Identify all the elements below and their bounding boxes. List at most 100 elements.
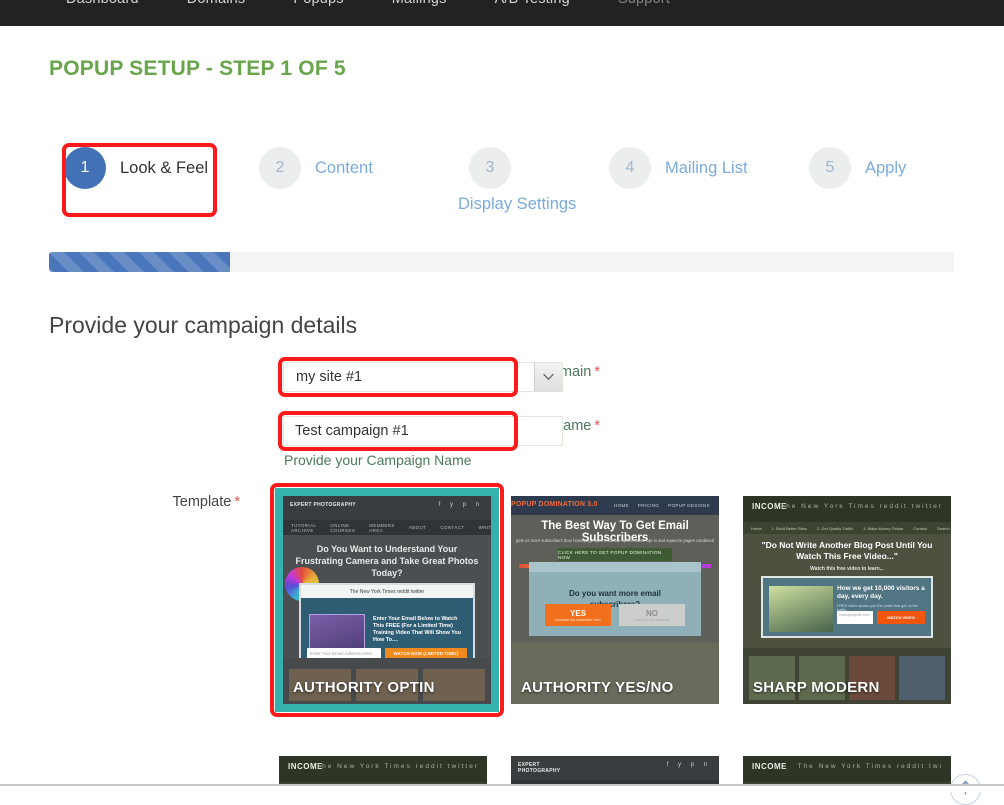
template-thumbnail-authority-optin: EXPERT PHOTOGRAPHY f y p n TUTORIAL ARCH… [283,496,491,704]
mock-post-thumb [899,656,945,700]
mock-popup-overlay: Do you want more email subscribers? YES … [529,562,701,636]
mock-yes-label: YES [569,608,586,618]
progress-bar-fill [49,252,230,272]
campaign-name-required-marker: * [594,418,600,434]
template-thumbnail-authority-yesno: POPUP DOMINATION 3.0 HOME PRICING POPUP … [511,496,719,704]
nav-item-support[interactable]: Support [594,0,694,9]
mock-popup-copy: How we get 10,000 visitors a day, every … [837,585,925,600]
mock-headline: Do You Want to Understand Your Frustrati… [295,544,479,578]
wizard-step-1[interactable]: 1 Look & Feel [64,136,274,189]
mock-menu-item: HOME [613,503,629,508]
template-name-sharp-modern: SHARP MODERN [753,679,880,696]
mock-no-sublabel: I want to procrastinate [634,617,670,622]
mock-subheadline: gets us more subscribers than homepage o… [515,538,715,543]
domain-select-value: my site #1 [296,369,363,385]
nav-item-popups[interactable]: Popups [269,0,367,9]
mock-menu-item: Search [937,525,950,531]
campaign-name-field-wrap: Provide your Campaign Name [278,411,563,468]
mock-submit-button: WATCH VIDEO [877,611,925,624]
wizard-step-4[interactable]: 4 Mailing List [609,136,819,189]
mock-menu-item: Contact [913,525,928,531]
template-label-text: Template [172,494,232,510]
progress-bar-track [49,252,954,272]
nav-item-dashboard[interactable]: Dashboard [42,0,163,9]
step-2-number: 2 [259,147,301,189]
step-4-number: 4 [609,147,651,189]
page-title: POPUP SETUP - STEP 1 OF 5 [49,57,346,80]
template-card-sharp-modern[interactable]: INCOME The New York Times reddit twitter… [743,496,951,704]
mock-site-authority-yesno: POPUP DOMINATION 3.0 HOME PRICING POPUP … [511,496,719,704]
step-3-number: 3 [469,147,511,189]
step-5-number: 5 [809,147,851,189]
mock-menu-item: PRICING [637,503,660,508]
step-1-label: Look & Feel [120,159,209,177]
mock-yes-button: YES Increase my subscriber rate! [545,604,611,626]
mock-header: EXPERT PHOTOGRAPHY f y p n [511,756,719,780]
template-required-marker: * [234,494,240,510]
section-title: Provide your campaign details [49,312,358,338]
template-card-authority-optin[interactable]: EXPERT PHOTOGRAPHY f y p n TUTORIAL ARCH… [275,488,499,712]
mock-social-icons: f y p n [438,502,483,508]
template-label: Template * [0,492,241,512]
mock-optin-row: example@site.com WATCH VIDEO [837,611,925,624]
mock-featured-logos: The New York Times reddit twitter [780,503,943,510]
template-card-authority-yesno[interactable]: POPUP DOMINATION 3.0 HOME PRICING POPUP … [511,496,719,704]
domain-field-wrap: my site #1 [278,357,563,397]
mock-menu: Home 1. Build Better Sites 2. Get Qualit… [743,522,951,534]
mock-popup-buttons: YES Increase my subscriber rate! NO I wa… [545,604,685,626]
step-3-label: Display Settings [458,195,577,213]
page-content: POPUP SETUP - STEP 1 OF 5 1 Look & Feel … [0,26,1004,805]
nav-item-a-b-testing[interactable]: A/B Testing [471,0,594,9]
mock-menu-item: 1. Build Better Sites [771,525,807,531]
mock-cta-button: CLICK HERE TO GET POPUP DOMINATION NOW [558,548,672,561]
bottom-spacer [0,786,1004,792]
nav-item-domains[interactable]: Domains [163,0,270,9]
mock-menu-item: CONTACT [440,525,465,530]
mock-header: POPUP DOMINATION 3.0 HOME PRICING POPUP … [511,496,719,515]
mock-menu-item: MEMBERS AREA [369,522,395,533]
template-name-authority-yesno: AUTHORITY YES/NO [521,679,674,696]
mock-brand: EXPERT PHOTOGRAPHY [518,762,561,774]
domain-required-marker: * [594,364,600,380]
mock-brand: POPUP DOMINATION 3.0 [511,501,598,508]
mock-site-sharp-modern: INCOME The New York Times reddit twitter… [743,496,951,704]
mock-header: INCOME The New York Times reddit twitter [743,496,951,522]
mock-social-icons: f y p n [666,762,711,768]
mock-headline: "Do Not Write Another Blog Post Until Yo… [761,540,933,561]
mock-no-button: NO I want to procrastinate [619,604,685,626]
mock-brand: INCOME [752,762,787,771]
step-2-label: Content [315,159,373,177]
mock-brand: EXPERT PHOTOGRAPHY [290,502,356,508]
template-thumbnail-sharp-modern: INCOME The New York Times reddit twitter… [743,496,951,704]
nav-item-mailings[interactable]: Mailings [368,0,471,9]
chevron-down-icon[interactable] [534,363,562,391]
mock-menu-item: ONLINE COURSES [330,522,356,533]
mock-featured-logos: The New York Times reddit twitter [301,585,473,598]
mock-header: EXPERT PHOTOGRAPHY f y p n [283,496,491,520]
wizard-step-2[interactable]: 2 Content [259,136,469,189]
template-name-authority-optin: AUTHORITY OPTIN [293,679,435,696]
mock-menu-item: TUTORIAL ARCHIVE [291,522,317,533]
mock-menu-item: ABOUT [408,525,427,530]
mock-featured-logos: The New York Times reddit twi [797,763,943,770]
mock-menu: TUTORIAL ARCHIVE ONLINE COURSES MEMBERS … [283,520,491,535]
mock-product-image [769,586,833,632]
step-1-number: 1 [64,147,106,189]
mock-menu-item: WRITE [478,525,491,530]
campaign-name-help-text: Provide your Campaign Name [284,452,472,468]
mock-menu-item: 2. Get Quality Traffic [816,525,854,531]
mock-menu-item: 3. Make Money Online [863,525,904,531]
mock-site-authority-optin: EXPERT PHOTOGRAPHY f y p n TUTORIAL ARCH… [283,496,491,704]
mock-featured-logos: The New York Times reddit twitter [316,763,479,770]
mock-no-label: NO [646,608,658,618]
mock-subheadline: Watch this free video to learn... [810,566,884,572]
mock-menu-item: POPUP DESIGNS [668,503,710,508]
step-4-label: Mailing List [665,159,748,177]
domain-select[interactable]: my site #1 [283,362,563,392]
top-navigation-bar: DashboardDomainsPopupsMailingsA/B Testin… [0,0,1004,26]
wizard-step-5[interactable]: 5 Apply [809,136,1004,189]
mock-menu-item: Home [751,525,762,531]
mock-popup-copy: Enter Your Email Below to Watch This FRE… [373,616,462,643]
campaign-name-input[interactable] [283,416,563,446]
mock-yes-sublabel: Increase my subscriber rate! [555,617,601,622]
